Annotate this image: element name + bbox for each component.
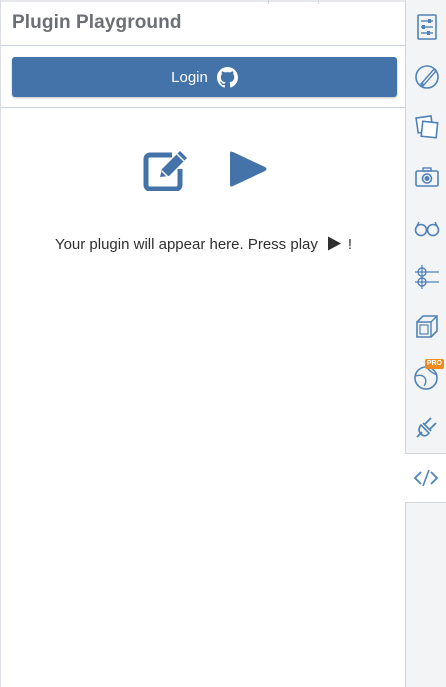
play-icon[interactable]	[228, 148, 268, 190]
login-button[interactable]: Login	[12, 57, 397, 97]
layers-icon-glyph	[414, 115, 439, 139]
plugin-plug-icon[interactable]	[406, 402, 446, 452]
properties-icon[interactable]	[406, 2, 446, 52]
plugin-plug-icon-glyph	[415, 417, 437, 438]
playground-toolbar	[1, 145, 406, 193]
pro-badge: PRO	[424, 359, 444, 369]
glasses-icon[interactable]	[406, 202, 446, 252]
message-text: Your plugin will appear here. Press play	[54, 236, 318, 253]
constraints-icon[interactable]	[406, 252, 446, 302]
properties-icon-glyph	[416, 14, 437, 40]
message-suffix: !	[347, 236, 353, 253]
empty-state-message: Your plugin will appear here. Press play…	[1, 235, 406, 253]
login-area: Login	[1, 46, 406, 108]
glasses-icon-glyph	[414, 221, 439, 237]
globe-pro-icon[interactable]: PRO	[406, 352, 446, 402]
3d-view-icon[interactable]	[406, 302, 446, 352]
panel-title: Plugin Playground	[12, 12, 182, 33]
style-icon-glyph	[414, 65, 439, 89]
edit-icon[interactable]	[142, 147, 190, 191]
login-label: Login	[171, 68, 208, 86]
code-icon[interactable]	[405, 453, 446, 503]
inline-play-icon	[327, 236, 341, 251]
github-icon	[216, 66, 238, 87]
camera-icon-glyph	[414, 167, 439, 187]
code-icon-glyph	[413, 469, 439, 487]
panel-header: Plugin Playground	[1, 0, 406, 46]
right-sidebar: PRO	[405, 0, 446, 687]
plugin-panel: Plugin Playground Login Your plugin will…	[0, 0, 406, 687]
constraints-icon-glyph	[414, 265, 439, 289]
3d-view-icon-glyph	[415, 315, 438, 338]
camera-icon[interactable]	[406, 152, 446, 202]
layers-icon[interactable]	[406, 102, 446, 152]
style-icon[interactable]	[406, 52, 446, 102]
